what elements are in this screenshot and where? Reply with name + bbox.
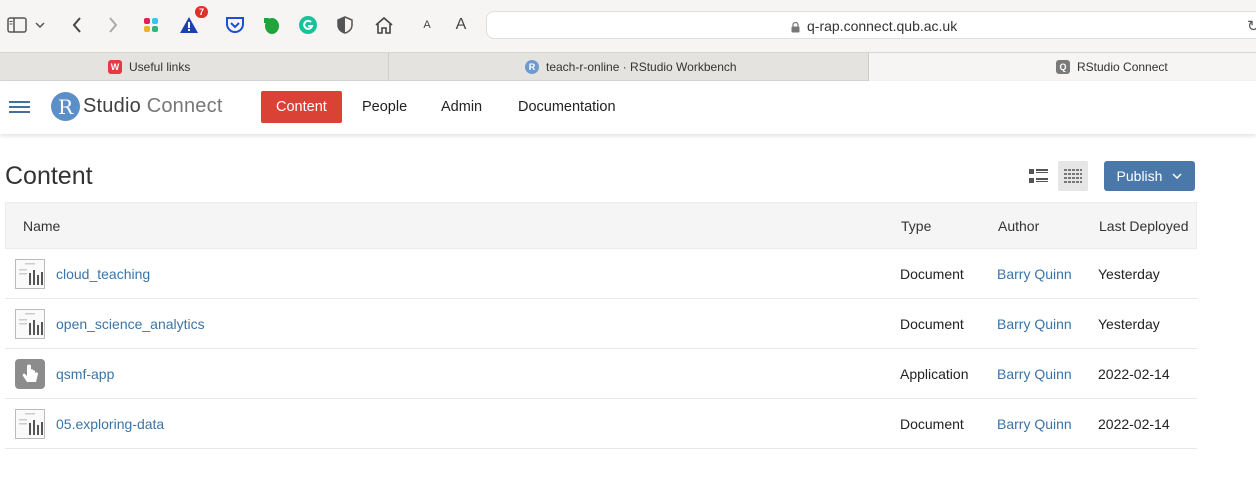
lock-icon (791, 20, 800, 36)
content-name-link[interactable]: qsmf-app (56, 366, 114, 382)
chevron-down-icon (1172, 171, 1182, 182)
r-logo-icon: R (51, 92, 80, 121)
content-type: Document (900, 316, 964, 332)
warning-extension-icon[interactable]: 7 (176, 6, 208, 38)
document-icon (15, 259, 45, 289)
list-view-icon[interactable] (1024, 161, 1054, 191)
nav-admin[interactable]: Admin (426, 91, 497, 123)
nav-people[interactable]: People (347, 91, 422, 123)
reload-icon[interactable]: ↻ (1247, 17, 1256, 35)
publish-button[interactable]: Publish (1104, 161, 1195, 191)
table-row[interactable]: open_science_analytics Document Barry Qu… (5, 299, 1197, 349)
home-icon[interactable] (371, 12, 397, 38)
r-favicon-icon: R (525, 60, 539, 74)
browser-tab-rstudio-connect[interactable]: Q RStudio Connect (869, 53, 1256, 81)
logo-text: Studio Connect (83, 95, 223, 117)
publish-label: Publish (1116, 168, 1163, 184)
last-deployed: 2022-02-14 (1098, 416, 1170, 432)
document-icon (15, 309, 45, 339)
last-deployed: Yesterday (1098, 266, 1160, 282)
notification-badge: 7 (195, 6, 208, 18)
table-row[interactable]: 05.exploring-data Document Barry Quinn 2… (5, 399, 1197, 449)
table-row[interactable]: cloud_teaching Document Barry Quinn Yest… (5, 249, 1197, 299)
address-url: q-rap.connect.qub.ac.uk (807, 18, 958, 34)
content-name-link[interactable]: open_science_analytics (56, 316, 205, 332)
evernote-icon[interactable] (258, 12, 284, 38)
content-type: Document (900, 416, 964, 432)
author-link[interactable]: Barry Quinn (997, 416, 1072, 432)
content-type: Application (900, 366, 969, 382)
content-table: Name Type Author Last Deployed cloud_tea… (5, 202, 1197, 449)
tab-label: Useful links (129, 60, 191, 74)
tab-label: teach-r-online · RStudio Workbench (546, 60, 737, 74)
column-header-author[interactable]: Author (998, 218, 1039, 234)
address-bar[interactable]: q-rap.connect.qub.ac.uk ↻ (486, 11, 1256, 39)
nav-content[interactable]: Content (261, 91, 342, 123)
content-name-link[interactable]: 05.exploring-data (56, 416, 164, 432)
browser-toolbar: 7 A A q-rap.connect.qub.ac.uk ↻ (0, 0, 1256, 52)
browser-tab-useful-links[interactable]: W Useful links (0, 53, 389, 81)
page-title: Content (5, 162, 93, 190)
menu-icon[interactable] (9, 101, 30, 116)
back-icon[interactable] (64, 12, 90, 38)
text-smaller-button[interactable]: A (414, 12, 440, 38)
grammarly-icon[interactable] (295, 12, 321, 38)
tab-label: RStudio Connect (1077, 60, 1168, 74)
browser-tab-rstudio-workbench[interactable]: R teach-r-online · RStudio Workbench (389, 53, 869, 81)
chevron-down-icon[interactable] (32, 12, 48, 38)
app-header: R Studio Connect Content People Admin Do… (0, 81, 1256, 134)
author-link[interactable]: Barry Quinn (997, 266, 1072, 282)
last-deployed: Yesterday (1098, 316, 1160, 332)
text-larger-button[interactable]: A (448, 12, 474, 38)
column-header-name[interactable]: Name (23, 218, 60, 234)
last-deployed: 2022-02-14 (1098, 366, 1170, 382)
browser-tab-bar: W Useful links R teach-r-online · RStudi… (0, 52, 1256, 81)
author-link[interactable]: Barry Quinn (997, 366, 1072, 382)
content-name-link[interactable]: cloud_teaching (56, 266, 150, 282)
table-row[interactable]: qsmf-app Application Barry Quinn 2022-02… (5, 349, 1197, 399)
sidebar-toggle-icon[interactable] (4, 12, 30, 38)
rstudio-connect-logo[interactable]: R Studio Connect (51, 92, 223, 121)
grid-view-icon[interactable] (1058, 161, 1088, 191)
document-icon (15, 409, 45, 439)
author-link[interactable]: Barry Quinn (997, 316, 1072, 332)
content-type: Document (900, 266, 964, 282)
forward-icon[interactable] (100, 12, 126, 38)
pocket-icon[interactable] (222, 12, 248, 38)
shield-icon[interactable] (332, 12, 358, 38)
column-header-type[interactable]: Type (901, 218, 931, 234)
table-header: Name Type Author Last Deployed (5, 202, 1197, 249)
w-favicon-icon: W (108, 60, 122, 74)
column-header-last-deployed[interactable]: Last Deployed (1099, 218, 1189, 234)
q-favicon-icon: Q (1056, 60, 1070, 74)
application-icon (15, 359, 45, 389)
nav-documentation[interactable]: Documentation (503, 91, 631, 123)
slack-extension-icon[interactable] (138, 12, 164, 38)
